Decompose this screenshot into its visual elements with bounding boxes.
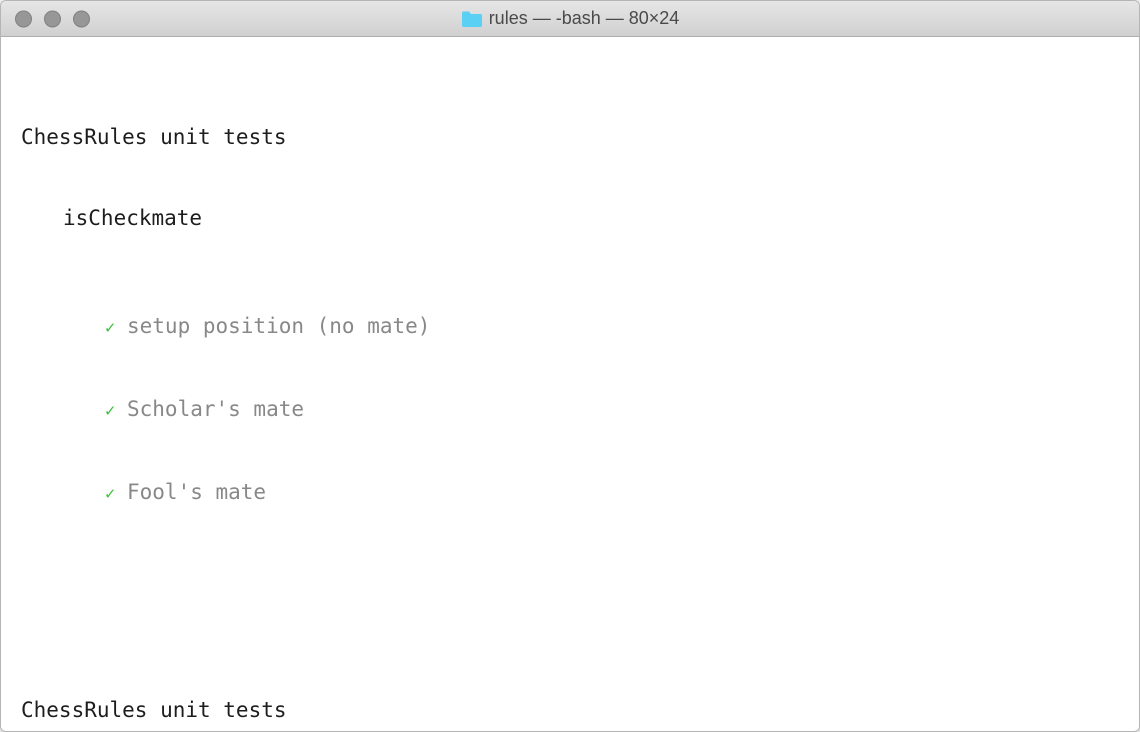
minimize-button[interactable]	[44, 10, 61, 27]
folder-icon	[461, 10, 483, 28]
test-name: setup position (no mate)	[127, 313, 430, 340]
check-icon: ✓	[105, 481, 127, 508]
blank-line	[7, 589, 1131, 616]
test-result: ✓ setup position (no mate)	[7, 313, 1131, 342]
window-title-group: rules — -bash — 80×24	[461, 8, 680, 29]
suite-title: ChessRules unit tests	[7, 697, 1131, 724]
test-result: ✓ Scholar's mate	[7, 396, 1131, 425]
check-icon: ✓	[105, 315, 127, 342]
close-button[interactable]	[15, 10, 32, 27]
test-name: Fool's mate	[127, 479, 266, 506]
titlebar[interactable]: rules — -bash — 80×24	[1, 1, 1139, 37]
test-name: Scholar's mate	[127, 396, 304, 423]
zoom-button[interactable]	[73, 10, 90, 27]
terminal-output[interactable]: ChessRules unit tests isCheckmate ✓ setu…	[1, 37, 1139, 731]
check-icon: ✓	[105, 398, 127, 425]
suite-title: ChessRules unit tests	[7, 124, 1131, 151]
terminal-window: rules — -bash — 80×24 ChessRules unit te…	[0, 0, 1140, 732]
traffic-lights	[15, 10, 90, 27]
suite-title: isCheckmate	[7, 205, 1131, 232]
test-result: ✓ Fool's mate	[7, 479, 1131, 508]
window-title: rules — -bash — 80×24	[489, 8, 680, 29]
